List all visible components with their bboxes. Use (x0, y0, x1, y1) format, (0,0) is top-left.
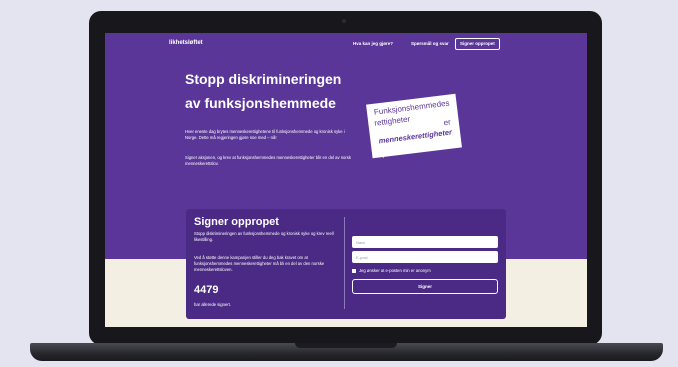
sign-campaign-button[interactable]: Signer oppropet (455, 38, 500, 50)
submit-signature-button[interactable]: Signer (352, 279, 498, 294)
sign-form-text-1: Stopp diskrimineringen av funksjonshemme… (194, 231, 334, 242)
hero-title-line1: Stopp diskrimineringen (185, 71, 342, 87)
sign-form-title: Signer oppropet (194, 216, 279, 228)
laptop-notch (295, 343, 397, 348)
hero-paragraph-2: Signer aksjonen, og krev at funksjonshem… (185, 155, 351, 166)
site-logo[interactable]: likhetsløftet (169, 40, 203, 46)
anonymous-checkbox-label: Jeg ønsker at e-posten min er anonym (359, 268, 431, 273)
signature-count: 4479 (194, 284, 219, 296)
card-divider (344, 217, 345, 309)
nav-link-faq[interactable]: Spørsmål og svar (411, 41, 449, 46)
camera-dot (342, 19, 346, 23)
sign-form-text-2: Ved å støtte denne kampanjen stiller du … (194, 255, 325, 272)
hero-title: Stopp diskrimineringen av funksjonshemme… (185, 67, 395, 115)
laptop-base (30, 343, 663, 361)
sign-form-card: Signer oppropet Stopp diskrimineringen a… (186, 209, 506, 319)
anonymous-checkbox[interactable] (352, 269, 356, 273)
email-input[interactable] (352, 251, 498, 263)
name-input[interactable] (352, 236, 498, 248)
screen: likhetsløftet Hva kan jeg gjøre? Spørsmå… (105, 33, 587, 327)
hero-paragraph-1: Hver eneste dag brytes menneskerettighet… (185, 129, 345, 140)
nav-link-what-can-i-do[interactable]: Hva kan jeg gjøre? (353, 41, 393, 46)
hero-title-line2: av funksjonshemmede (185, 95, 336, 111)
signature-count-label: har allerede signert. (194, 302, 232, 307)
